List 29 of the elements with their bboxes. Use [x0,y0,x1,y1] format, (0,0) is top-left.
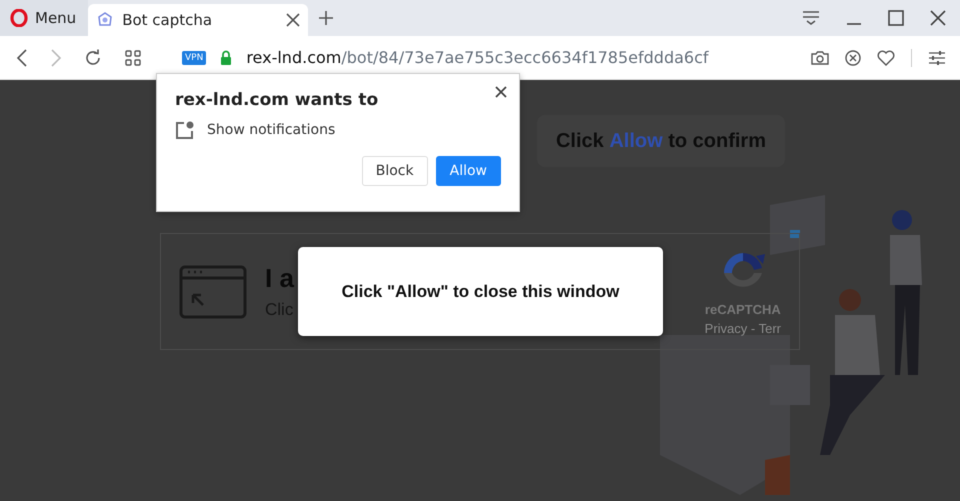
browser-tab[interactable]: Bot captcha [88,4,308,36]
grid-icon[interactable] [124,48,142,66]
tab-title: Bot captcha [122,11,214,29]
maximize-icon[interactable] [888,10,904,26]
close-icon[interactable] [930,10,946,26]
permission-label: Show notifications [207,122,336,138]
allow-button[interactable]: Allow [436,156,501,186]
heart-icon[interactable] [877,50,895,66]
close-icon[interactable] [495,86,507,98]
back-icon[interactable] [16,48,28,66]
favicon-icon [96,11,114,29]
reload-icon[interactable] [84,48,102,66]
opera-logo-icon [10,9,28,27]
camera-icon[interactable] [811,50,829,66]
new-tab-icon[interactable] [318,10,334,26]
tab-menu-icon[interactable] [802,10,820,26]
close-window-dialog: Click "Allow" to close this window [298,247,663,336]
address-field[interactable]: rex-lnd.com/bot/84/73e7ae755c3ecc6634f1785efddda6cf [246,48,709,67]
menu-button[interactable]: Menu [0,0,88,36]
prompt-title: rex-lnd.com wants to [175,90,380,110]
block-button[interactable]: Block [362,156,428,186]
vpn-badge[interactable]: VPN [182,50,206,64]
settings-icon[interactable] [928,50,946,66]
lock-icon[interactable] [220,50,232,66]
browser-window-icon [179,264,247,318]
notification-icon [175,120,195,140]
recaptcha-label: reCAPTCHA [704,302,781,316]
blocker-icon[interactable] [845,50,861,66]
close-icon[interactable] [286,13,300,27]
